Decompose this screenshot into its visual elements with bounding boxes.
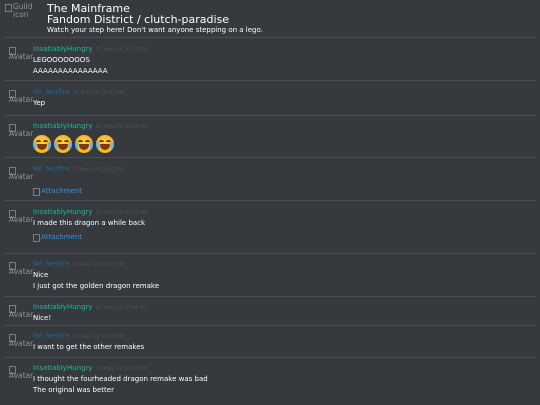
- message-timestamp: 07-May-19 10:09 PM: [95, 366, 148, 372]
- message-text: I thought the fourheaded dragon remake w…: [33, 375, 208, 383]
- message-timestamp: 07-May-19 10:08 PM: [95, 305, 148, 311]
- joy-icon: [75, 135, 93, 153]
- message-group: Avatar InsatiablyHungry 07-May-19 10:07 P…: [4, 200, 536, 253]
- message-text: AAAAAAAAAAAAAAA: [33, 67, 108, 75]
- broken-image-icon: [5, 4, 12, 12]
- attachment-link[interactable]: Attachment: [33, 233, 147, 242]
- message-timestamp: 07-May-19 10:07 PM: [95, 210, 148, 216]
- message-author[interactable]: InsatiablyHungry: [33, 303, 93, 311]
- avatar[interactable]: Avatar: [7, 166, 33, 190]
- avatar[interactable]: Avatar: [7, 365, 33, 389]
- message-text: I just got the golden dragon remake: [33, 282, 160, 290]
- message-text: Yep: [33, 99, 46, 107]
- message-text: Nice!: [33, 314, 52, 322]
- message-timestamp: 07-May-19 10:07 PM: [95, 47, 148, 53]
- guild-icon: Guild icon: [5, 3, 35, 31]
- message-list: Avatar InsatiablyHungry 07-May-19 10:07 P…: [0, 37, 540, 397]
- message-author[interactable]: Mr. Nerfire: [33, 332, 70, 340]
- message-group: Avatar InsatiablyHungry 07-May-19 10:09 P…: [4, 357, 536, 397]
- emoji-row: [33, 135, 147, 153]
- message-timestamp: 07-May-19 10:07 PM: [72, 167, 125, 173]
- attachment-link[interactable]: Attachment: [33, 187, 124, 196]
- message-group: Avatar Mr. Nerfire 07-May-19 10:08 PM I w…: [4, 325, 536, 357]
- message-timestamp: 07-May-19 10:07 PM: [72, 90, 125, 96]
- message-timestamp: 07-May-19 10:07 PM: [95, 124, 148, 130]
- message-group: Avatar InsatiablyHungry 07-May-19 10:07 P…: [4, 37, 536, 80]
- avatar-alt: Avatar: [9, 267, 34, 276]
- avatar-alt: Avatar: [9, 52, 34, 61]
- guild-icon-alt: Guild icon: [13, 2, 33, 19]
- message-group: Avatar InsatiablyHungry 07-May-19 10:08 P…: [4, 296, 536, 325]
- avatar[interactable]: Avatar: [7, 123, 33, 147]
- message-author[interactable]: InsatiablyHungry: [33, 122, 93, 130]
- avatar[interactable]: Avatar: [7, 46, 33, 70]
- joy-icon: [54, 135, 72, 153]
- attachment-label: Attachment: [41, 233, 83, 241]
- avatar-alt: Avatar: [9, 172, 34, 181]
- avatar-alt: Avatar: [9, 129, 34, 138]
- avatar-alt: Avatar: [9, 371, 34, 380]
- message-text: The original was better: [33, 386, 114, 394]
- attachment-label: Attachment: [41, 187, 83, 195]
- avatar[interactable]: Avatar: [7, 333, 33, 357]
- avatar[interactable]: Avatar: [7, 209, 33, 233]
- broken-image-icon: [33, 233, 40, 242]
- message-author[interactable]: Mr. Nerfire: [33, 260, 70, 268]
- message-group: Avatar Mr. Nerfire 07-May-19 10:07 PM Att…: [4, 157, 536, 200]
- message-author[interactable]: InsatiablyHungry: [33, 364, 93, 372]
- joy-icon: [33, 135, 51, 153]
- message-author[interactable]: Mr. Nerfire: [33, 88, 70, 96]
- message-timestamp: 07-May-19 10:08 PM: [72, 334, 125, 340]
- message-author[interactable]: InsatiablyHungry: [33, 45, 93, 53]
- channel-name: Fandom District / clutch-paradise: [47, 13, 230, 26]
- message-timestamp: 07-May-19 10:07 PM: [72, 262, 125, 268]
- message-text: LEGOOOOOOOS: [33, 56, 90, 64]
- avatar[interactable]: Avatar: [7, 261, 33, 285]
- message-group: Avatar Mr. Nerfire 07-May-19 10:07 PM Yep: [4, 80, 536, 115]
- message-group: Avatar Mr. Nerfire 07-May-19 10:07 PM Nic…: [4, 253, 536, 296]
- message-author[interactable]: Mr. Nerfire: [33, 165, 70, 173]
- message-group: Avatar InsatiablyHungry 07-May-19 10:07 P…: [4, 115, 536, 157]
- message-text: I made this dragon a while back: [33, 219, 146, 227]
- avatar-alt: Avatar: [9, 95, 34, 104]
- message-author[interactable]: InsatiablyHungry: [33, 208, 93, 216]
- broken-image-icon: [33, 187, 40, 196]
- message-text: I want to get the other remakes: [33, 343, 145, 351]
- joy-icon: [96, 135, 114, 153]
- avatar[interactable]: Avatar: [7, 89, 33, 113]
- channel-header: Guild icon The Mainframe Fandom District…: [0, 0, 540, 37]
- channel-topic: Watch your step here! Don't want anyone …: [47, 26, 263, 34]
- avatar-alt: Avatar: [9, 215, 34, 224]
- message-text: Nice: [33, 271, 49, 279]
- avatar-alt: Avatar: [9, 310, 34, 319]
- avatar-alt: Avatar: [9, 339, 34, 348]
